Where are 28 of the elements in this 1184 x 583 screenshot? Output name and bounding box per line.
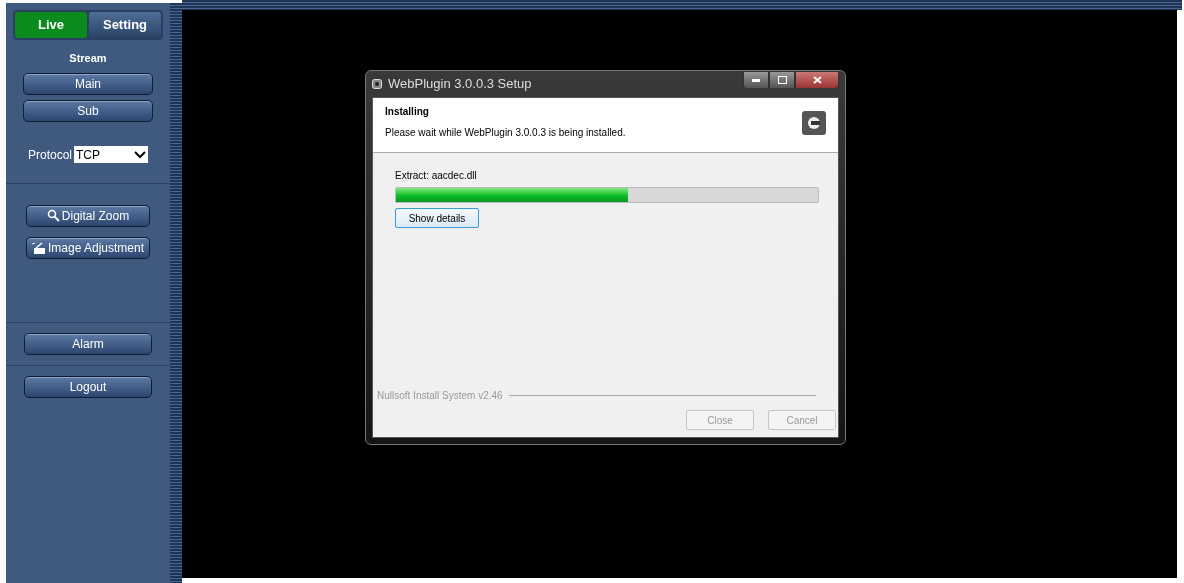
- close-button[interactable]: [795, 71, 839, 89]
- protocol-label: Protocol: [28, 146, 72, 164]
- minimize-icon: [752, 78, 760, 82]
- stream-button[interactable]: Sub: [23, 99, 153, 122]
- install-subheading: Please wait while WebPlugin 3.0.0.3 is being installed.: [385, 126, 626, 140]
- logout-button[interactable]: Logout: [24, 375, 152, 398]
- installer-logo-icon: [802, 111, 826, 135]
- mode-tab[interactable]: Setting: [89, 12, 161, 38]
- installer-branding: Nullsoft Install System v2.46: [377, 389, 503, 403]
- protocol-select[interactable]: TCP: [74, 146, 148, 163]
- magnifier-icon: [46, 209, 60, 222]
- tool-button[interactable]: Digital Zoom: [26, 204, 150, 227]
- window-title: WebPlugin 3.0.0.3 Setup: [388, 75, 532, 94]
- installer-icon: [372, 79, 382, 89]
- show-details-button[interactable]: Show details: [395, 208, 479, 228]
- install-heading: Installing: [385, 105, 430, 119]
- stream-button[interactable]: Main: [23, 72, 153, 95]
- extract-status: Extract: aacdec.dll: [395, 169, 478, 183]
- maximize-icon: [777, 76, 787, 84]
- dropdown-caret-icon: [134, 150, 146, 159]
- stream-label: Stream: [69, 51, 107, 66]
- alarm-button[interactable]: Alarm: [24, 332, 152, 355]
- close-icon: [812, 76, 822, 84]
- maximize-button[interactable]: [769, 71, 795, 89]
- mode-tab[interactable]: Live: [15, 12, 87, 38]
- tool-button[interactable]: Image Adjustment: [26, 236, 150, 259]
- minimize-button[interactable]: [743, 71, 769, 89]
- adjustment-icon: [31, 241, 46, 254]
